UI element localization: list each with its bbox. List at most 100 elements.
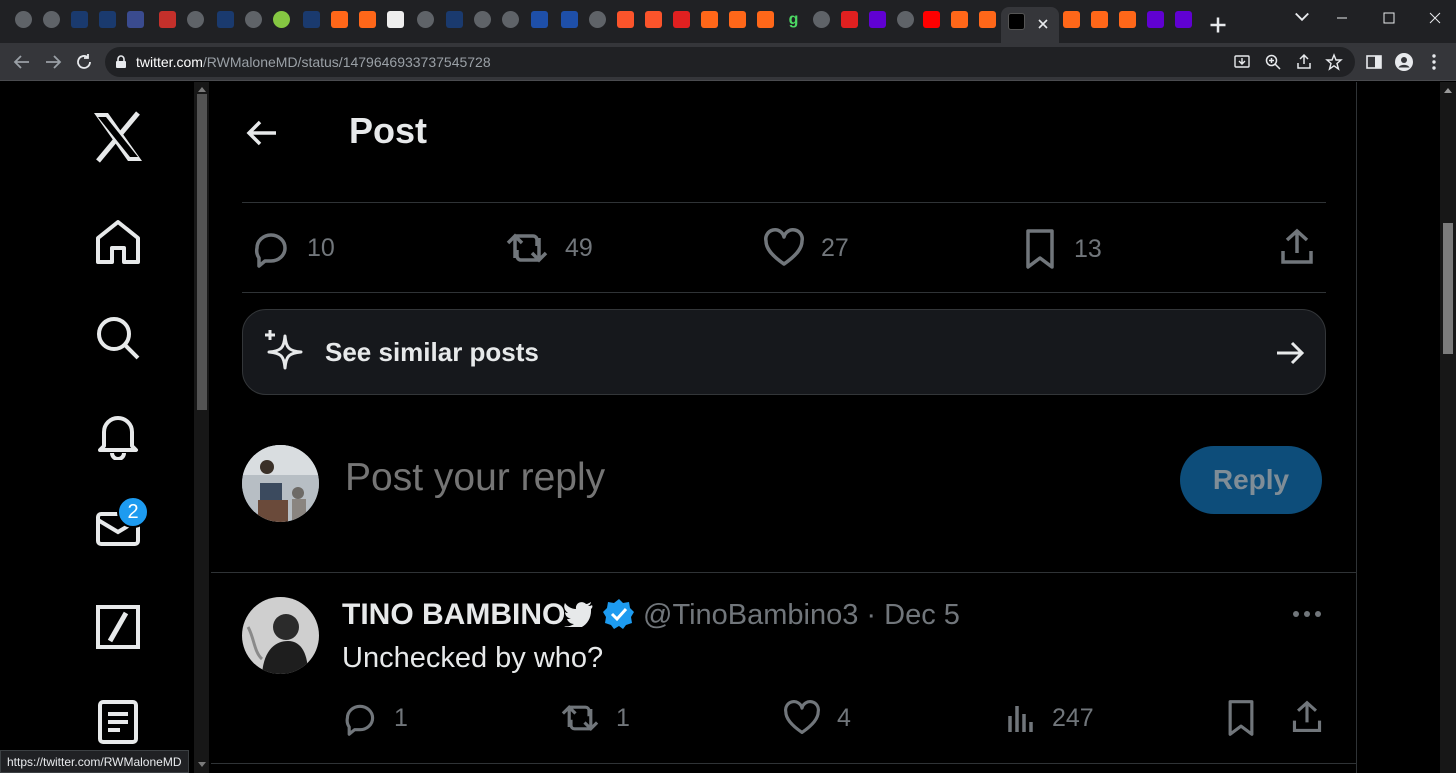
zoom-icon[interactable]	[1264, 53, 1282, 71]
tab-substack-icon[interactable]	[1063, 11, 1080, 28]
tab-globe-icon[interactable]	[245, 11, 262, 28]
browser-tab-strip: g	[0, 0, 1456, 43]
tab-document-icon[interactable]	[387, 11, 404, 28]
lists-icon[interactable]	[92, 696, 144, 748]
tab-brave-icon[interactable]	[617, 11, 634, 28]
user-avatar[interactable]	[242, 445, 319, 522]
search-icon[interactable]	[92, 312, 144, 364]
see-similar-posts-button[interactable]: See similar posts	[242, 309, 1326, 395]
forward-arrow-icon[interactable]	[43, 52, 63, 72]
tab-play-icon[interactable]	[127, 11, 144, 28]
tab-podcast-icon[interactable]	[673, 11, 690, 28]
tab-close-icon[interactable]	[1037, 18, 1049, 30]
home-icon[interactable]	[92, 216, 144, 268]
install-app-icon[interactable]	[1233, 53, 1251, 71]
reload-icon[interactable]	[74, 52, 94, 72]
scroll-up-arrow-icon[interactable]	[198, 87, 206, 92]
divider	[211, 572, 1357, 573]
back-arrow-icon[interactable]	[12, 52, 32, 72]
reply-action[interactable]: 10	[251, 228, 335, 268]
bookmark-icon[interactable]	[1224, 699, 1258, 737]
like-action[interactable]: 4	[783, 700, 851, 736]
tab-search-icon[interactable]	[303, 11, 320, 28]
tab-youtube-icon[interactable]	[923, 11, 940, 28]
tab-shield-icon[interactable]	[71, 11, 88, 28]
grok-slash-icon[interactable]	[92, 601, 144, 653]
tab-substack-icon[interactable]	[757, 11, 774, 28]
profile-icon[interactable]	[1394, 52, 1414, 72]
lock-icon[interactable]	[115, 55, 127, 69]
notifications-bell-icon[interactable]	[92, 408, 144, 460]
more-options-icon[interactable]	[1292, 609, 1322, 619]
tab-hex-icon[interactable]	[561, 11, 578, 28]
tab-yahoo-icon[interactable]	[1175, 11, 1192, 28]
menu-kebab-icon[interactable]	[1424, 52, 1444, 72]
like-action[interactable]: 27	[763, 228, 849, 268]
tab-globe-icon[interactable]	[43, 11, 60, 28]
repost-action[interactable]: 49	[505, 228, 593, 268]
tab-yahoo-icon[interactable]	[1147, 11, 1164, 28]
tab-globe-icon[interactable]	[813, 11, 830, 28]
tab-rumble-icon[interactable]	[273, 11, 290, 28]
reply-author-name[interactable]: TINO BAMBINO	[342, 598, 565, 632]
bookmark-star-icon[interactable]	[1325, 53, 1343, 71]
tab-substack-icon[interactable]	[729, 11, 746, 28]
scroll-up-arrow-icon[interactable]	[1444, 88, 1452, 93]
messages-badge: 2	[117, 496, 149, 528]
reply-input[interactable]	[345, 456, 1125, 500]
tab-g-icon[interactable]: g	[785, 11, 802, 28]
tab-substack-icon[interactable]	[979, 11, 996, 28]
tab-globe-icon[interactable]	[589, 11, 606, 28]
share-icon[interactable]	[1295, 53, 1313, 71]
tab-active[interactable]	[1001, 7, 1059, 43]
reply-author-avatar[interactable]	[242, 597, 319, 674]
tab-substack-icon[interactable]	[331, 11, 348, 28]
tab-yahoo-icon[interactable]	[869, 11, 886, 28]
address-bar[interactable]: twitter.com/RWMaloneMD/status/1479646933…	[105, 47, 1355, 77]
tab-bi-icon[interactable]	[159, 11, 176, 28]
like-count: 4	[837, 703, 851, 732]
side-panel-icon[interactable]	[1364, 52, 1384, 72]
timeline-scroll-thumb[interactable]	[197, 94, 207, 410]
maximize-icon[interactable]	[1379, 8, 1399, 28]
tab-globe-icon[interactable]	[417, 11, 434, 28]
tab-shield-icon[interactable]	[99, 11, 116, 28]
share-icon[interactable]	[1278, 227, 1316, 267]
timeline-scrollbar[interactable]	[194, 82, 209, 773]
tab-substack-icon[interactable]	[1091, 11, 1108, 28]
reply-button[interactable]: Reply	[1180, 446, 1322, 514]
bookmark-action[interactable]: 13	[1022, 228, 1102, 270]
new-tab-icon[interactable]	[1208, 15, 1228, 35]
reply-action[interactable]: 1	[342, 700, 408, 736]
minimize-icon[interactable]	[1332, 8, 1352, 28]
share-icon[interactable]	[1290, 699, 1324, 735]
tab-brave-icon[interactable]	[645, 11, 662, 28]
tab-search-icon[interactable]	[217, 11, 234, 28]
messages-nav[interactable]: 2	[92, 496, 149, 554]
views-action[interactable]: 247	[1006, 700, 1094, 736]
close-window-icon[interactable]	[1425, 8, 1445, 28]
tab-globe-icon[interactable]	[474, 11, 491, 28]
verified-badge-icon[interactable]	[603, 598, 635, 630]
reply-author-handle-time[interactable]: @TinoBambino3 · Dec 5	[643, 599, 960, 632]
tab-globe-icon[interactable]	[187, 11, 204, 28]
x-logo-icon[interactable]	[92, 111, 144, 163]
repost-action[interactable]: 1	[560, 700, 630, 736]
tab-globe-icon[interactable]	[15, 11, 32, 28]
scroll-down-arrow-icon[interactable]	[198, 762, 206, 767]
tab-shield-icon[interactable]	[446, 11, 463, 28]
tab-substack-icon[interactable]	[359, 11, 376, 28]
back-arrow-icon[interactable]	[246, 119, 278, 147]
reply-text: Unchecked by who?	[342, 642, 604, 674]
tab-globe-icon[interactable]	[897, 11, 914, 28]
tab-podcast-icon[interactable]	[841, 11, 858, 28]
page-scrollbar[interactable]	[1440, 82, 1456, 773]
tab-substack-icon[interactable]	[701, 11, 718, 28]
tab-hex-icon[interactable]	[531, 11, 548, 28]
left-navigation: 2	[0, 82, 194, 773]
tab-search-dropdown-icon[interactable]	[1292, 6, 1312, 26]
tab-substack-icon[interactable]	[951, 11, 968, 28]
tab-globe-icon[interactable]	[502, 11, 519, 28]
page-scroll-thumb[interactable]	[1443, 223, 1453, 354]
tab-substack-icon[interactable]	[1119, 11, 1136, 28]
